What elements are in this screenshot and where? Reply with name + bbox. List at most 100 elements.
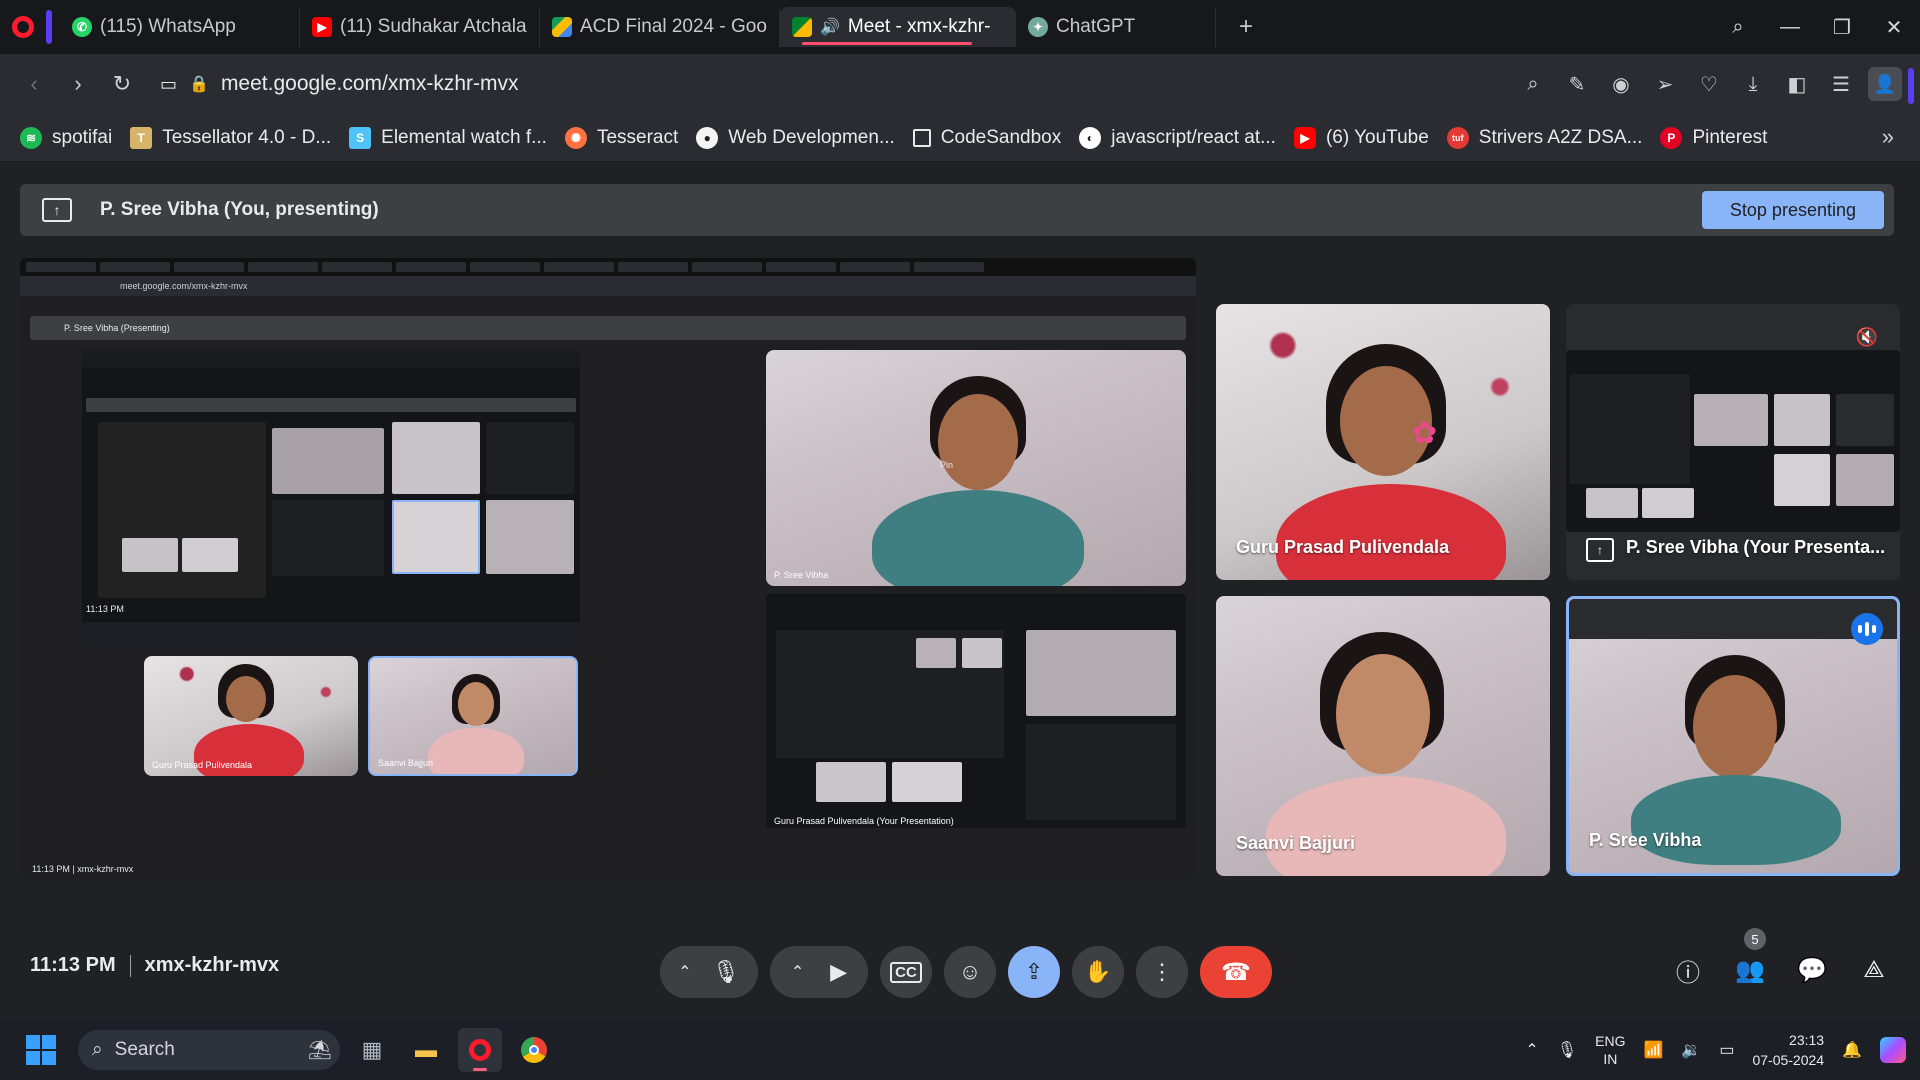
download-icon[interactable]: ⤓ <box>1732 62 1774 106</box>
bookmark-striver[interactable]: tuf Strivers A2Z DSA... <box>1446 126 1643 149</box>
profile-button[interactable]: 👤 <box>1864 62 1906 106</box>
stop-presenting-button[interactable]: Stop presenting <box>1701 191 1884 229</box>
reload-button[interactable]: ↻ <box>100 62 144 106</box>
participant-tile-sree-vibha[interactable]: P. Sree Vibha <box>1566 596 1900 876</box>
more-bookmarks-icon[interactable]: » <box>1882 124 1894 150</box>
pinterest-icon: P <box>1660 126 1683 149</box>
bookmark-spotifai[interactable]: ≋ spotifai <box>20 126 112 149</box>
taskbar-search[interactable]: ⌕ Search ⛱ <box>78 1030 340 1070</box>
chat-icon[interactable]: 💬 <box>1796 954 1828 986</box>
tab-whatsapp[interactable]: ✆ (115) WhatsApp <box>60 7 300 47</box>
participant-tile-guru[interactable]: ✿ Guru Prasad Pulivendala <box>1216 304 1550 580</box>
microphone-icon[interactable]: 🎙 <box>712 959 740 985</box>
bookmark-pinterest[interactable]: P Pinterest <box>1660 126 1767 149</box>
presentation-thumbnail <box>1566 350 1900 532</box>
tab-title: ACD Final 2024 - Google <box>580 16 767 37</box>
tesseract-icon: ✺ <box>564 126 587 149</box>
spotify-icon: ≋ <box>20 126 42 149</box>
sidebar-toggle-icon[interactable]: ◧ <box>1776 62 1818 106</box>
forward-button[interactable]: › <box>56 62 100 106</box>
camera-icon[interactable]: ▶ <box>830 959 847 985</box>
participant-tile-saanvi[interactable]: Saanvi Bajjuri <box>1216 596 1550 876</box>
tab-youtube[interactable]: ▶ (11) Sudhakar Atchala - <box>300 7 540 47</box>
opera-logo-icon[interactable] <box>0 0 46 54</box>
language-code: ENG <box>1595 1033 1626 1049</box>
tab-title: Meet - xmx-kzhr- <box>847 16 991 37</box>
browser-tab-strip: ✆ (115) WhatsApp ▶ (11) Sudhakar Atchala… <box>0 0 1920 54</box>
participant-name: Guru Prasad Pulivendala <box>1236 537 1450 557</box>
snapshot-icon[interactable]: ◉ <box>1600 62 1642 106</box>
chrome-icon[interactable] <box>512 1028 556 1072</box>
language-indicator[interactable]: ENG IN <box>1595 1032 1625 1068</box>
copilot-icon[interactable] <box>1880 1037 1906 1063</box>
bookmark-codesandbox[interactable]: CodeSandbox <box>912 127 1061 149</box>
taskbar-clock[interactable]: 23:13 07-05-2024 <box>1752 1030 1824 1070</box>
heart-icon[interactable]: ♡ <box>1688 62 1730 106</box>
leave-call-button[interactable]: ☎ <box>1200 946 1272 998</box>
google-drive-icon <box>552 17 572 37</box>
windows-start-icon[interactable] <box>26 1035 56 1065</box>
bookmark-label: Tesseract <box>596 126 679 148</box>
minimize-button[interactable]: — <box>1764 0 1816 54</box>
address-field[interactable]: ▭ 🔒 meet.google.com/xmx-kzhr-mvx <box>160 72 519 96</box>
bookmark-label: Strivers A2Z DSA... <box>1478 126 1643 148</box>
microphone-in-use-icon[interactable]: 🎙 <box>1557 1040 1577 1060</box>
calculator-icon[interactable]: ▦ <box>350 1028 394 1072</box>
search-icon: ⌕ <box>92 1039 103 1060</box>
participant-name: P. Sree Vibha <box>1589 830 1702 850</box>
mic-options-chevron-icon[interactable]: ⌃ <box>678 962 691 982</box>
search-tabs-icon[interactable]: ⌕ <box>1712 0 1764 54</box>
flower-icon: ✿ <box>1412 417 1438 450</box>
people-button[interactable]: 5 👥 <box>1734 928 1766 986</box>
edit-icon[interactable]: ✎ <box>1556 62 1598 106</box>
raise-hand-button[interactable]: ✋ <box>1072 946 1124 998</box>
google-meet-icon <box>792 17 812 37</box>
web-dev-icon: ● <box>696 126 719 149</box>
people-count-badge: 5 <box>1744 928 1766 950</box>
nested-shared-screen: 11:13 PM <box>82 350 580 646</box>
tab-google-drive[interactable]: ACD Final 2024 - Google <box>540 7 780 47</box>
activities-icon[interactable]: ⟁ <box>1858 954 1890 986</box>
youtube-icon: ▶ <box>312 17 332 37</box>
send-icon[interactable]: ➢ <box>1644 62 1686 106</box>
bookmark-youtube[interactable]: ▶ (6) YouTube <box>1293 126 1429 149</box>
bookmark-label: javascript/react at... <box>1111 126 1276 148</box>
meeting-info-icon[interactable]: ⓘ <box>1672 954 1704 987</box>
file-explorer-icon[interactable]: ▬ <box>404 1028 448 1072</box>
maximize-button[interactable]: ❐ <box>1816 0 1868 54</box>
nested-presentation-tile: Guru Prasad Pulivendala (Your Presentati… <box>766 594 1186 828</box>
bookmark-tesseract[interactable]: ✺ Tesseract <box>564 126 679 149</box>
battery-icon[interactable]: ▭ <box>1719 1040 1734 1060</box>
captions-button[interactable]: CC <box>880 946 932 998</box>
tab-meet[interactable]: 🔊 Meet - xmx-kzhr- <box>780 7 1016 47</box>
camera-indicator-icon[interactable]: ▭ <box>160 74 177 95</box>
reactions-button[interactable]: ☺ <box>944 946 996 998</box>
new-tab-button[interactable]: + <box>1226 7 1266 47</box>
back-button[interactable]: ‹ <box>12 62 56 106</box>
toolbar-actions: ⌕ ✎ ◉ ➢ ♡ ⤓ ◧ ☰ 👤 <box>1512 62 1906 106</box>
bookmark-tessellator[interactable]: T Tessellator 4.0 - D... <box>130 126 331 149</box>
volume-icon[interactable]: 🔉 <box>1681 1040 1701 1060</box>
find-icon[interactable]: ⌕ <box>1512 62 1554 106</box>
opera-browser-icon[interactable] <box>458 1028 502 1072</box>
wifi-icon[interactable]: 📶 <box>1643 1040 1663 1060</box>
bookmark-web-dev[interactable]: ● Web Developmen... <box>696 126 895 149</box>
more-options-button[interactable]: ⋮ <box>1136 946 1188 998</box>
participant-tile-presentation[interactable]: 🔇 ↑ P. Sree Vibha (Your Presenta... <box>1566 304 1900 580</box>
close-button[interactable]: ✕ <box>1868 0 1920 54</box>
notification-bell-icon[interactable]: 🔔 <box>1842 1040 1862 1060</box>
present-button[interactable]: ⇪ <box>1008 946 1060 998</box>
bookmark-elemental[interactable]: S Elemental watch f... <box>349 126 547 149</box>
bookmark-github[interactable]: ◐ javascript/react at... <box>1079 126 1276 149</box>
url-text[interactable]: meet.google.com/xmx-kzhr-mvx <box>221 72 519 96</box>
tab-chatgpt[interactable]: ✦ ChatGPT <box>1016 7 1216 47</box>
lock-icon[interactable]: 🔒 <box>189 74 209 94</box>
windows-taskbar: ⌕ Search ⛱ ▦ ▬ ⌃ 🎙 ENG IN 📶 🔉 ▭ 23:13 07… <box>0 1020 1920 1080</box>
show-hidden-icons-chevron-icon[interactable]: ⌃ <box>1525 1040 1538 1060</box>
easy-setup-icon[interactable]: ☰ <box>1820 62 1862 106</box>
speaking-indicator-icon <box>1851 613 1883 645</box>
camera-options-chevron-icon[interactable]: ⌃ <box>791 962 804 982</box>
elemental-icon: S <box>349 126 372 149</box>
presenting-banner: ↑ P. Sree Vibha (You, presenting) Stop p… <box>20 184 1894 236</box>
nested-tab-strip <box>20 258 1196 276</box>
